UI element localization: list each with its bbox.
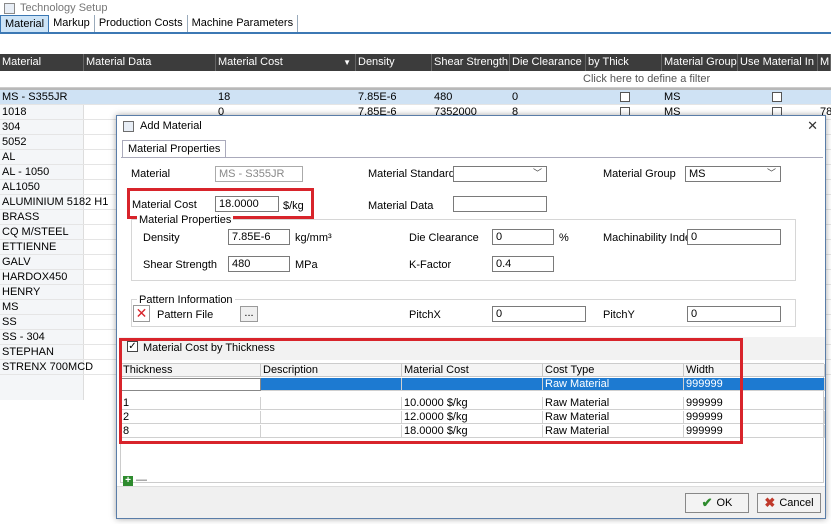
die-clearance-label: Die Clearance [409,232,479,244]
add-material-dialog: Add Material ✕ Material Properties Mater… [116,115,826,519]
pitchy-label: PitchY [603,309,635,321]
col-m[interactable]: M [818,54,831,71]
col-material[interactable]: Material [0,54,84,71]
cell-material: AL - 1050 [2,166,50,178]
material-field[interactable]: MS - S355JR [215,166,303,182]
pattern-information-label: Pattern Information [137,294,235,306]
chevron-down-icon: ﹀ [532,168,542,178]
cancel-button[interactable]: ✖ Cancel [757,493,821,513]
cell-shear: 480 [434,91,453,103]
use-cti-checkbox[interactable] [770,90,782,105]
material-group-dropdown[interactable]: MS ﹀ [685,166,781,182]
cell-material: 5052 [2,136,27,148]
cell-clearance: 0 [512,91,519,103]
dialog-footer: ✔ OK ✖ Cancel [117,486,825,518]
cell-material: AL1050 [2,181,40,193]
cell-material: SS - 304 [2,331,45,343]
material-data-field[interactable] [453,196,547,212]
material-properties-group-label: Material Properties [137,214,234,226]
pattern-file-label: Pattern File [157,309,214,321]
app-icon [4,2,15,14]
die-clearance-field[interactable]: 0 [492,229,554,245]
close-icon[interactable]: ✕ [807,118,818,134]
density-label: Density [143,232,180,244]
pitchy-field[interactable]: 0 [687,306,781,322]
tab-production-costs[interactable]: Production Costs [94,15,188,32]
cell-cost: 18 [218,91,231,103]
dialog-titlebar: Add Material ✕ [117,116,825,136]
tab-material-properties[interactable]: Material Properties [122,140,227,157]
cell-material: AL [2,151,16,163]
col-use-in-cti[interactable]: Use Material In CTI [738,54,818,71]
add-row-icon[interactable]: + [123,476,133,486]
pitchx-label: PitchX [409,309,441,321]
ok-button[interactable]: ✔ OK [685,493,749,513]
window-title: Technology Setup [20,2,108,14]
cancel-label: Cancel [779,497,814,509]
shear-strength-label: Shear Strength [143,259,217,271]
filter-hint: Click here to define a filter [583,73,711,85]
dialog-title: Add Material [140,120,202,132]
dialog-icon [123,120,134,132]
machinability-label: Machinability Index [603,232,697,244]
cell-material: ALUMINIUM 5182 H1 [2,196,109,208]
window-titlebar: Technology Setup [0,0,831,16]
cell-density: 7.85E-6 [358,91,397,103]
pitchx-field[interactable]: 0 [492,306,586,322]
tab-markup[interactable]: Markup [49,15,95,32]
die-clearance-unit: % [559,232,569,244]
cell-material: HARDOX450 [2,271,68,283]
cell-material: 1018 [2,106,27,118]
cell-material: ETTIENNE [2,241,57,253]
remove-row-icon[interactable]: — [136,474,147,486]
material-data-label: Material Data [368,200,434,212]
cell-material: SS [2,316,17,328]
cell-material: MS - S355JR [2,91,68,103]
check-icon: ✔ [701,495,713,510]
material-group-value: MS [689,168,706,180]
col-material-cost-label: Material Cost [218,56,283,68]
cell-material: 304 [2,121,21,133]
k-factor-label: K-Factor [409,259,452,271]
table-row[interactable]: MS - S355JR 18 7.85E-6 480 0 MS [0,90,831,105]
cell-material: STEPHAN [2,346,54,358]
cell-group: MS [664,91,681,103]
filter-row[interactable]: Click here to define a filter [0,71,831,88]
ok-label: OK [716,497,733,509]
tab-machine-parameters[interactable]: Machine Parameters [187,15,299,32]
density-field[interactable]: 7.85E-6 [228,229,290,245]
cell-material: GALV [2,256,31,268]
sort-down-icon: ▼ [343,58,351,67]
grid-header: Material Material Data Material Cost ▼ De… [0,54,831,71]
cell-material: BRASS [2,211,40,223]
col-density[interactable]: Density [356,54,432,71]
material-standard-label: Material Standard [368,168,455,180]
by-thick-checkbox[interactable] [618,90,630,105]
cancel-icon: ✖ [764,495,776,510]
col-die-clearance[interactable]: Die Clearance [510,54,586,71]
machinability-field[interactable]: 0 [687,229,781,245]
col-material-data[interactable]: Material Data [84,54,216,71]
k-factor-field[interactable]: 0.4 [492,256,554,272]
col-material-cost[interactable]: Material Cost ▼ [216,54,356,71]
main-tabs: Material Markup Production Costs Machine… [0,15,831,34]
chevron-down-icon: ﹀ [766,168,776,178]
col-shear-strength[interactable]: Shear Strength [432,54,510,71]
cell-material: MS [2,301,19,313]
clear-pattern-icon[interactable]: ✕ [133,305,150,322]
cell-material: HENRY [2,286,41,298]
cell-material: STRENX 700MCD [2,361,94,373]
material-standard-dropdown[interactable]: ﹀ [453,166,547,182]
col-by-thick[interactable]: by Thick [586,54,662,71]
density-unit: kg/mm³ [295,232,332,244]
highlight-thickness-box [119,338,743,444]
material-group-label: Material Group [603,168,676,180]
browse-pattern-button[interactable]: ... [240,306,258,322]
cell-material: CQ M/STEEL [2,226,69,238]
shear-strength-field[interactable]: 480 [228,256,290,272]
material-label: Material [131,168,171,180]
shear-strength-unit: MPa [295,259,318,271]
tab-material[interactable]: Material [0,15,50,32]
col-material-group[interactable]: Material Group [662,54,738,71]
